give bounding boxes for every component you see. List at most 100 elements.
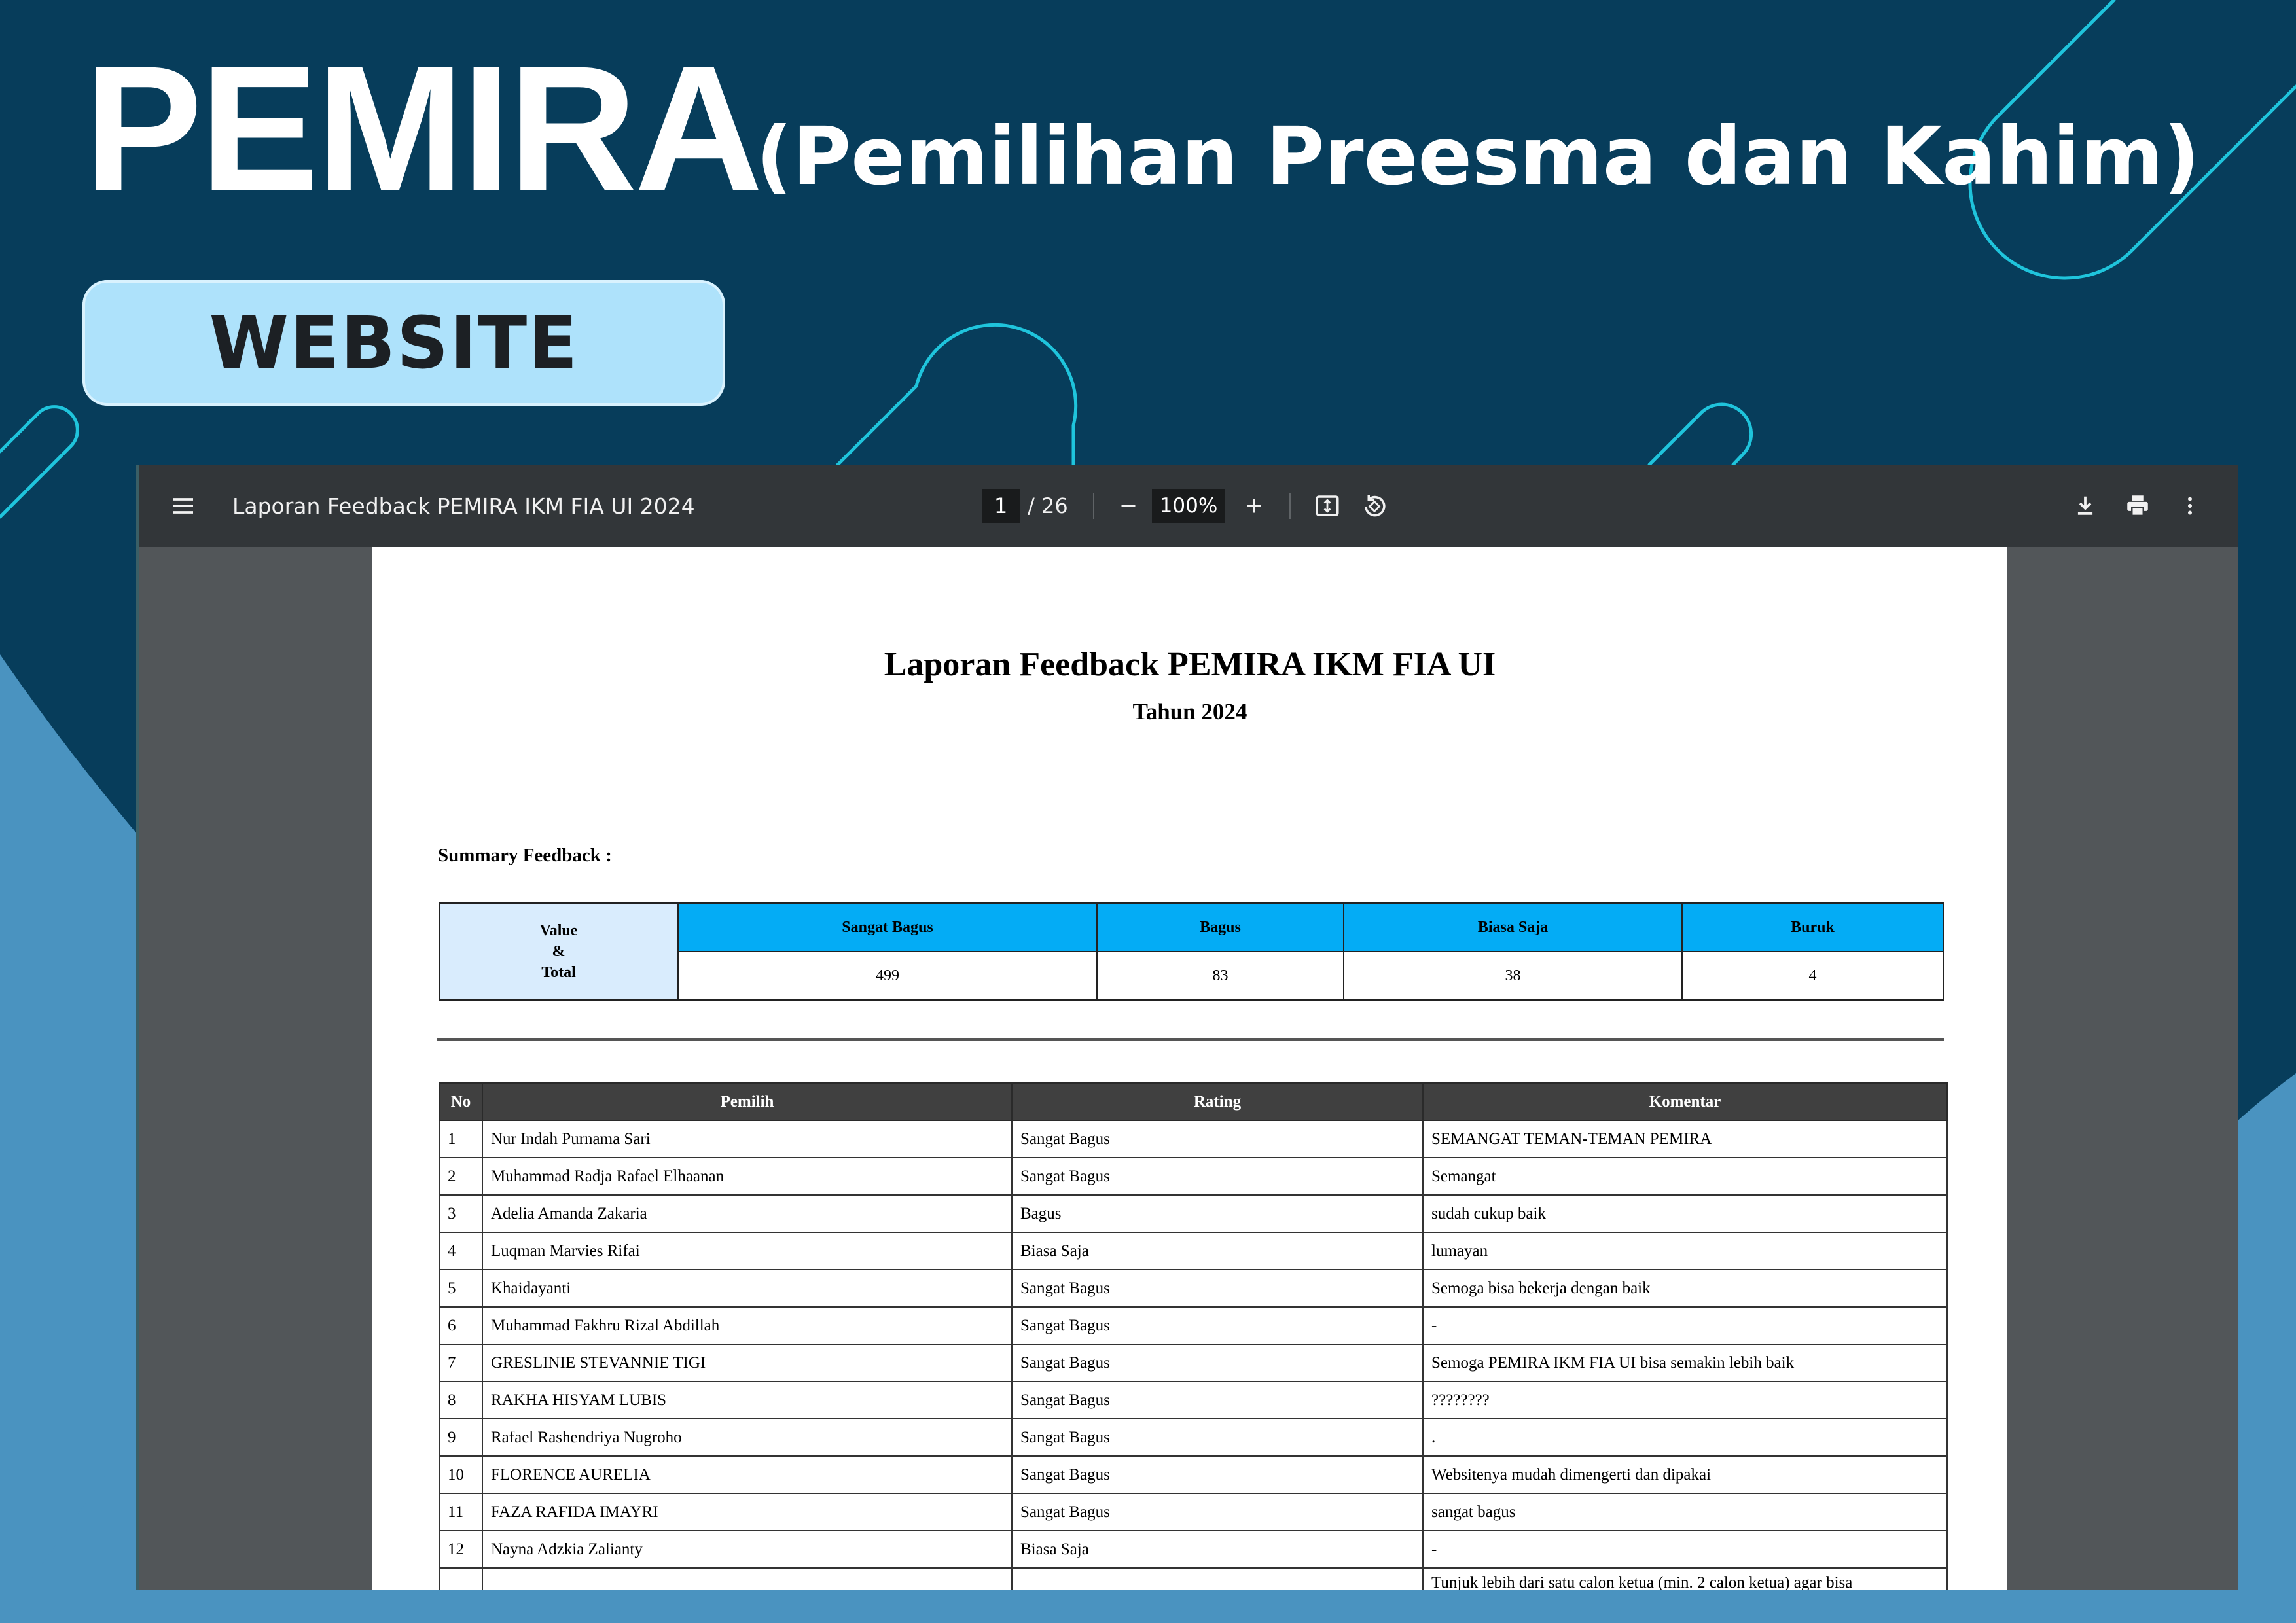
rotate-icon	[1365, 495, 1386, 517]
page-number-display: 1	[982, 489, 1020, 523]
comment-text: Tunjuk lebih dari satu calon ketua (min.…	[1422, 1567, 1948, 1590]
row-number: 5	[439, 1269, 483, 1308]
rating-value: Sangat Bagus	[1011, 1157, 1424, 1196]
comment-text: .	[1422, 1418, 1948, 1457]
pdf-page: Laporan Feedback PEMIRA IKM FIA UI Tahun…	[372, 547, 2007, 1590]
summary-value: 38	[1343, 951, 1683, 1001]
hero-subtitle: (Pemilihan Preesma dan Kahim)	[756, 110, 2200, 203]
voter-name: Nayna Adzkia Zalianty	[482, 1530, 1013, 1569]
summary-value: 83	[1096, 951, 1344, 1001]
comment-text: SEMANGAT TEMAN-TEMAN PEMIRA	[1422, 1120, 1948, 1158]
row-number: 3	[439, 1194, 483, 1233]
menu-icon	[173, 498, 193, 514]
summary-row-label: Value & Total	[439, 902, 679, 1001]
download-button[interactable]	[2067, 488, 2104, 524]
voter-name: Luqman Marvies Rifai	[482, 1232, 1013, 1270]
comment-text: -	[1422, 1306, 1948, 1345]
voter-name: Muhammad Fakhru Rizal Abdillah	[482, 1306, 1013, 1345]
table-row: 2 Muhammad Radja Rafael Elhaanan Sangat Ba…	[439, 1157, 1948, 1196]
summary-row-label-total: Total	[541, 964, 576, 981]
row-number: 11	[439, 1493, 483, 1531]
table-row: 4 Luqman Marvies Rifai Biasa Saja lumayan	[439, 1232, 1948, 1270]
voter-name: FLORENCE AURELIA	[482, 1455, 1013, 1494]
viewer-toolbar: Laporan Feedback PEMIRA IKM FIA UI 2024 …	[139, 465, 2238, 547]
rating-value: Sangat Bagus	[1011, 1493, 1424, 1531]
column-header: Komentar	[1422, 1082, 1948, 1121]
rating-value: Biasa Saja	[1011, 1530, 1424, 1569]
zoom-out-icon	[1121, 505, 1136, 507]
table-row: 10 FLORENCE AURELIA Sangat Bagus Websitenya…	[439, 1455, 1948, 1494]
summary-header: Sangat Bagus	[677, 902, 1098, 952]
row-number: 6	[439, 1306, 483, 1345]
rating-value	[1011, 1567, 1424, 1590]
summary-label: Summary Feedback :	[438, 845, 612, 866]
print-button[interactable]	[2119, 488, 2156, 524]
voter-name: Rafael Rashendriya Nugroho	[482, 1418, 1013, 1457]
zoom-in-button[interactable]	[1236, 488, 1272, 524]
zoom-level-display: 100%	[1152, 489, 1225, 523]
comment-text: lumayan	[1422, 1232, 1948, 1270]
summary-value: 499	[677, 951, 1098, 1001]
row-number: 12	[439, 1530, 483, 1569]
zoom-out-button[interactable]	[1110, 488, 1147, 524]
comment-text: ????????	[1422, 1381, 1948, 1419]
rating-value: Sangat Bagus	[1011, 1344, 1424, 1382]
print-icon	[2127, 495, 2148, 517]
voter-name: Nur Indah Purnama Sari	[482, 1120, 1013, 1158]
row-number: 2	[439, 1157, 483, 1196]
table-row: 5 Khaidayanti Sangat Bagus Semoga bisa beke…	[439, 1269, 1948, 1308]
hero-title: PEMIRA	[84, 29, 763, 228]
row-number: 10	[439, 1455, 483, 1494]
feedback-table-body: 1 Nur Indah Purnama Sari Sangat Bagus SEMAN…	[439, 1120, 1948, 1590]
rating-value: Sangat Bagus	[1011, 1381, 1424, 1419]
summary-header: Bagus	[1096, 902, 1344, 952]
report-title: Laporan Feedback PEMIRA IKM FIA UI	[884, 646, 1496, 683]
feedback-table: No Pemilih Rating Komentar 1 Nur Indah Pu…	[439, 1082, 1948, 1590]
summary-table: Value & Total Sangat Bagus Bagus Biasa S…	[439, 902, 1944, 1001]
comment-text: -	[1422, 1530, 1948, 1569]
pdf-viewer: Laporan Feedback PEMIRA IKM FIA UI 2024 …	[136, 465, 2238, 1590]
fit-page-icon	[1316, 495, 1339, 516]
menu-button[interactable]	[165, 488, 202, 524]
rating-value: Sangat Bagus	[1011, 1306, 1424, 1345]
rating-value: Biasa Saja	[1011, 1232, 1424, 1270]
rating-value: Sangat Bagus	[1011, 1418, 1424, 1457]
row-number: 9	[439, 1418, 483, 1457]
comment-text: Semoga bisa bekerja dengan baik	[1422, 1269, 1948, 1308]
voter-name: Adelia Amanda Zakaria	[482, 1194, 1013, 1233]
comment-text: sudah cukup baik	[1422, 1194, 1948, 1233]
download-icon	[2077, 496, 2093, 515]
row-number: 8	[439, 1381, 483, 1419]
table-row: 8 RAKHA HISYAM LUBIS Sangat Bagus????????	[439, 1381, 1948, 1419]
summary-header: Biasa Saja	[1343, 902, 1683, 952]
table-row: 3 Adelia Amanda Zakaria Bagus sudah cukup b…	[439, 1194, 1948, 1233]
summary-row-label-value: Value	[539, 922, 578, 939]
report-year: Tahun 2024	[1132, 699, 1247, 724]
table-row: 12 Nayna Adzkia Zalianty Biasa Saja -	[439, 1530, 1948, 1569]
website-badge: WEBSITE	[82, 280, 725, 406]
column-header: Rating	[1011, 1082, 1424, 1121]
table-header-row: No Pemilih Rating Komentar	[439, 1082, 1948, 1121]
more-options-button[interactable]	[2172, 488, 2208, 524]
table-row: Tunjuk lebih dari satu calon ketua (min.…	[439, 1567, 1948, 1590]
fit-page-button[interactable]	[1309, 488, 1346, 524]
toolbar-divider	[1289, 493, 1291, 519]
column-header: Pemilih	[482, 1082, 1013, 1121]
rating-value: Sangat Bagus	[1011, 1455, 1424, 1494]
table-row: 7 GRESLINIE STEVANNIE TIGI Sangat Bagus Sem…	[439, 1344, 1948, 1382]
more-vert-icon	[2188, 497, 2192, 515]
voter-name: Khaidayanti	[482, 1269, 1013, 1308]
rotate-button[interactable]	[1356, 488, 1393, 524]
table-row: 1 Nur Indah Purnama Sari Sangat Bagus SEMAN…	[439, 1120, 1948, 1158]
section-divider	[437, 1038, 1944, 1041]
zoom-in-icon	[1247, 499, 1261, 513]
rating-value: Sangat Bagus	[1011, 1269, 1424, 1308]
summary-value: 4	[1681, 951, 1944, 1001]
column-header: No	[439, 1082, 483, 1121]
rating-value: Sangat Bagus	[1011, 1120, 1424, 1158]
row-number: 7	[439, 1344, 483, 1382]
comment-text: Websitenya mudah dimengerti dan dipakai	[1422, 1455, 1948, 1494]
voter-name: Muhammad Radja Rafael Elhaanan	[482, 1157, 1013, 1196]
summary-header: Buruk	[1681, 902, 1944, 952]
table-row: 6 Muhammad Fakhru Rizal Abdillah Sangat Ba…	[439, 1306, 1948, 1345]
